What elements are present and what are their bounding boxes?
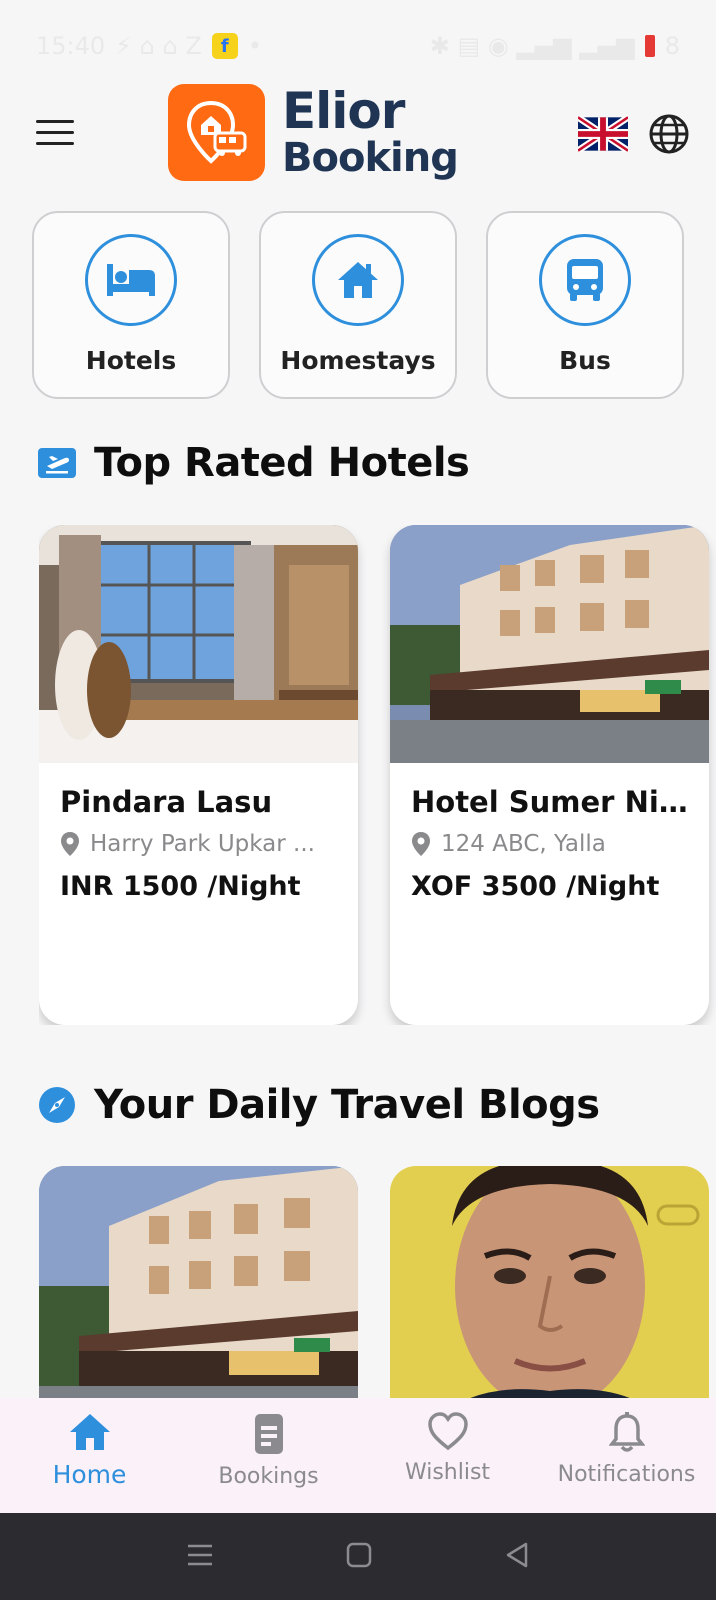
hotel-price: INR 1500 /Night — [60, 871, 301, 902]
bell-icon — [608, 1412, 645, 1452]
category-label: Bus — [559, 346, 611, 375]
app-screen: 15:40 ⚡ ⌂ ⌂ Z f • ✱ ▤ ◉ ▂▄▆ ▂▄▆ 8 Elior … — [0, 0, 716, 1600]
nav-home[interactable]: Home — [0, 1398, 179, 1489]
nav-label: Notifications — [557, 1462, 696, 1487]
nav-label: Home — [52, 1460, 127, 1489]
location-pin-icon — [61, 832, 79, 856]
house-icon — [312, 234, 404, 326]
hotel-location: 124 ABC, Yalla — [411, 831, 689, 857]
hotel-card-body: Pindara Lasu Harry Park Upkar ... INR 15… — [39, 763, 358, 1017]
bed-icon — [85, 234, 177, 326]
brand-line2: Booking — [282, 135, 459, 181]
globe-icon[interactable] — [648, 113, 690, 155]
category-bus[interactable]: Bus — [486, 211, 684, 399]
brand-name: Elior Booking — [282, 82, 459, 181]
status-time: 15:40 — [36, 32, 106, 60]
status-bar: 15:40 ⚡ ⌂ ⌂ Z f • ✱ ▤ ◉ ▂▄▆ ▂▄▆ 8 — [0, 0, 716, 92]
hotel-location-text: Harry Park Upkar ... — [90, 831, 315, 857]
category-row: Hotels Homestays Bus — [32, 211, 684, 399]
battery-icon — [644, 35, 655, 57]
hotel-price: XOF 3500 /Night — [411, 871, 660, 902]
status-right: ✱ ▤ ◉ ▂▄▆ ▂▄▆ 8 — [430, 32, 680, 60]
flight-ticket-icon — [38, 448, 76, 478]
category-label: Hotels — [85, 346, 177, 375]
uk-flag-icon[interactable] — [578, 116, 628, 152]
hotel-name: Pindara Lasu — [60, 785, 273, 819]
compass-icon — [39, 1087, 75, 1123]
nav-bookings[interactable]: Bookings — [179, 1398, 358, 1489]
hotel-carousel[interactable]: Pindara Lasu Harry Park Upkar ... INR 15… — [39, 525, 716, 1025]
menu-icon[interactable] — [36, 120, 74, 150]
hotel-photo — [39, 525, 358, 763]
top-rated-heading: Top Rated Hotels — [38, 440, 470, 486]
blog-carousel[interactable] — [39, 1166, 716, 1398]
bus-icon — [539, 234, 631, 326]
section-title: Your Daily Travel Blogs — [94, 1082, 600, 1128]
blog-photo — [390, 1166, 709, 1398]
hotel-location: Harry Park Upkar ... — [60, 831, 338, 857]
back-button-icon[interactable] — [504, 1542, 530, 1572]
hotel-card-body: Hotel Sumer Niw... 124 ABC, Yalla XOF 35… — [390, 763, 709, 1017]
nav-label: Bookings — [218, 1464, 319, 1489]
notification-icons: ⚡ ⌂ ⌂ Z — [115, 32, 202, 60]
nav-label: Wishlist — [404, 1460, 491, 1485]
heart-icon — [427, 1412, 468, 1451]
hotel-name: Hotel Sumer Niw... — [411, 785, 689, 819]
status-left: 15:40 ⚡ ⌂ ⌂ Z f • — [36, 32, 262, 60]
category-label: Homestays — [280, 346, 436, 375]
blog-photo — [39, 1166, 358, 1398]
home-button-icon[interactable] — [346, 1542, 372, 1572]
section-title: Top Rated Hotels — [94, 440, 470, 486]
nav-notifications[interactable]: Notifications — [537, 1398, 716, 1487]
app-header: Elior Booking — [0, 80, 716, 190]
blog-card[interactable] — [39, 1166, 358, 1398]
brand-line1: Elior — [282, 82, 405, 140]
hotel-photo — [390, 525, 709, 763]
dot-icon: • — [247, 32, 262, 60]
hotel-card[interactable]: Pindara Lasu Harry Park Upkar ... INR 15… — [39, 525, 358, 1025]
home-icon — [69, 1414, 110, 1450]
flipkart-icon: f — [211, 33, 238, 59]
category-homestays[interactable]: Homestays — [259, 211, 457, 399]
blogs-heading: Your Daily Travel Blogs — [38, 1082, 600, 1128]
logo-icon — [168, 84, 265, 181]
hotel-card[interactable]: Hotel Sumer Niw... 124 ABC, Yalla XOF 35… — [390, 525, 709, 1025]
category-hotels[interactable]: Hotels — [32, 211, 230, 399]
signal-icons: ✱ ▤ ◉ ▂▄▆ ▂▄▆ — [429, 32, 635, 60]
blog-card[interactable] — [390, 1166, 709, 1398]
system-navigation-bar — [0, 1513, 716, 1600]
bottom-navigation: Home Bookings Wishlist Notifications — [0, 1398, 716, 1513]
bookings-icon — [254, 1414, 283, 1454]
battery-level: 8 — [664, 32, 680, 60]
hotel-location-text: 124 ABC, Yalla — [441, 831, 606, 857]
recent-apps-icon[interactable] — [186, 1543, 214, 1571]
nav-wishlist[interactable]: Wishlist — [358, 1398, 537, 1485]
location-pin-icon — [412, 832, 430, 856]
